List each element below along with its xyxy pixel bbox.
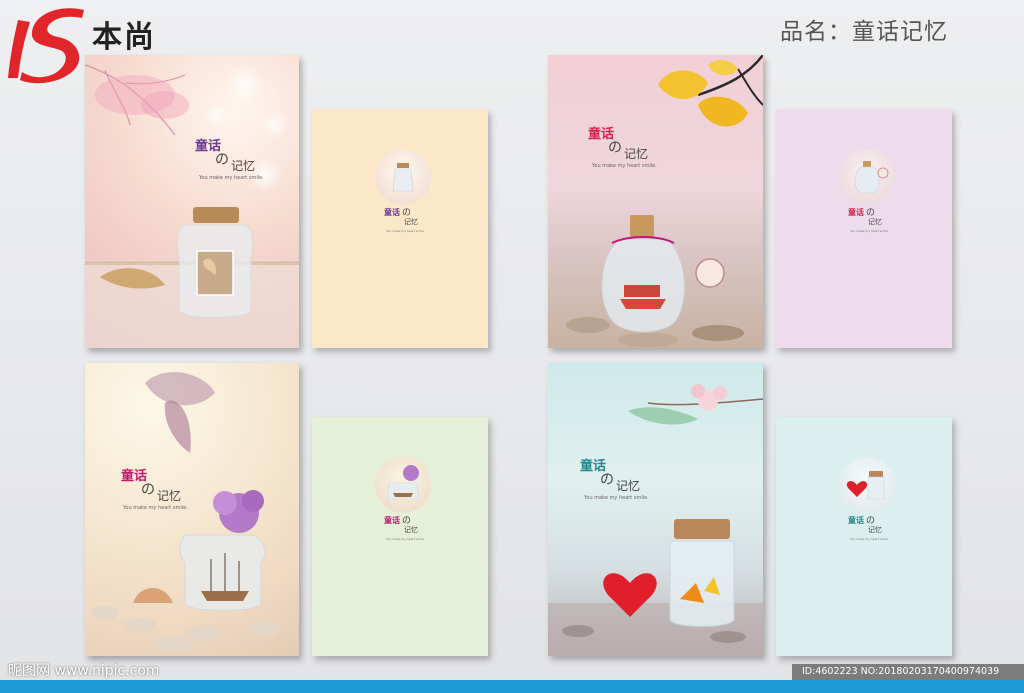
back-1-medallion bbox=[375, 149, 431, 205]
back-4-medallion bbox=[839, 457, 895, 513]
cover-4-tagline: You make my heart smile. bbox=[584, 495, 649, 501]
watermark-right: ID:4602223 NO:20180203170400974039 bbox=[792, 664, 1024, 680]
cover-3-title: 童话 の 记忆 You make my heart smile. bbox=[121, 465, 241, 525]
cover-1-illustration bbox=[85, 64, 299, 348]
cover-4-title-no: の bbox=[600, 472, 614, 488]
cover-1: 童话 の 记忆 You make my heart smile. bbox=[85, 55, 299, 348]
back-2-jar-icon bbox=[854, 161, 889, 194]
back-4-title-sub: 记忆 bbox=[868, 526, 882, 534]
cover-2-title-sub: 记忆 bbox=[624, 147, 649, 161]
cover-2-title: 童话 の 记忆 You make my heart smile. bbox=[588, 123, 708, 183]
brand-name: 本尚 bbox=[92, 20, 156, 55]
back-3-title-sub: 记忆 bbox=[404, 526, 418, 534]
cover-2-illustration bbox=[566, 55, 763, 347]
cover-3-title-main: 童话 bbox=[121, 469, 148, 484]
cover-2-title-main: 童话 bbox=[588, 127, 615, 142]
back-3-title-main: 童话 bbox=[384, 516, 400, 525]
back-4-title-main: 童话 bbox=[848, 516, 864, 525]
back-3-tagline: You make my heart smile. bbox=[386, 537, 425, 541]
back-4-jar-heart-icon bbox=[846, 471, 885, 500]
product-title: 品名：童话记忆 bbox=[780, 19, 948, 45]
cover-1-title-main: 童话 bbox=[195, 139, 222, 154]
back-3-medallion bbox=[375, 457, 431, 513]
cover-3: 童话 の 记忆 You make my heart smile. bbox=[85, 363, 299, 656]
cover-1-title-no: の bbox=[215, 152, 229, 168]
cover-2-tagline: You make my heart smile. bbox=[592, 163, 657, 169]
cover-3-title-no: の bbox=[141, 482, 155, 498]
back-2-tagline: You make my heart smile. bbox=[850, 229, 889, 233]
back-1-tagline: You make my heart smile. bbox=[386, 229, 425, 233]
back-2-medallion bbox=[839, 149, 895, 205]
logo-swoosh-icon bbox=[8, 8, 84, 84]
cover-4-title-main: 童话 bbox=[580, 459, 607, 474]
footer-band bbox=[0, 680, 1024, 693]
back-cover-3: 童话 の 记忆 You make my heart smile. bbox=[312, 417, 488, 656]
cover-4-title-sub: 记忆 bbox=[616, 479, 641, 493]
cover-1-tagline: You make my heart smile. bbox=[199, 175, 264, 181]
cover-4-title: 童话 の 记忆 You make my heart smile. bbox=[580, 455, 700, 515]
back-1-jar-icon bbox=[392, 163, 414, 192]
back-2-title-sub: 记忆 bbox=[868, 218, 882, 226]
cover-3-title-sub: 记忆 bbox=[157, 489, 182, 503]
back-cover-4: 童话 の 记忆 You make my heart smile. bbox=[776, 417, 952, 656]
watermark-left: 昵图网 www.nipic.com bbox=[8, 663, 160, 679]
back-1-title-sub: 记忆 bbox=[404, 218, 418, 226]
cover-2-title-no: の bbox=[608, 140, 622, 156]
cover-2: 童话 の 记忆 You make my heart smile. bbox=[548, 55, 763, 348]
cover-4: 童话 の 记忆 You make my heart smile. bbox=[548, 363, 763, 656]
back-cover-2: 童话 の 记忆 You make my heart smile. bbox=[776, 109, 952, 348]
cover-1-title: 童话 の 记忆 You make my heart smile. bbox=[195, 135, 299, 195]
cover-1-title-sub: 记忆 bbox=[231, 159, 256, 173]
back-1-title-main: 童话 bbox=[384, 208, 400, 217]
back-cover-1: 童话 の 记忆 You make my heart smile. bbox=[312, 109, 488, 348]
cover-3-tagline: You make my heart smile. bbox=[123, 505, 188, 511]
back-4-tagline: You make my heart smile. bbox=[850, 537, 889, 541]
back-3-bottle-icon bbox=[386, 465, 420, 500]
back-2-title-main: 童话 bbox=[848, 208, 864, 217]
